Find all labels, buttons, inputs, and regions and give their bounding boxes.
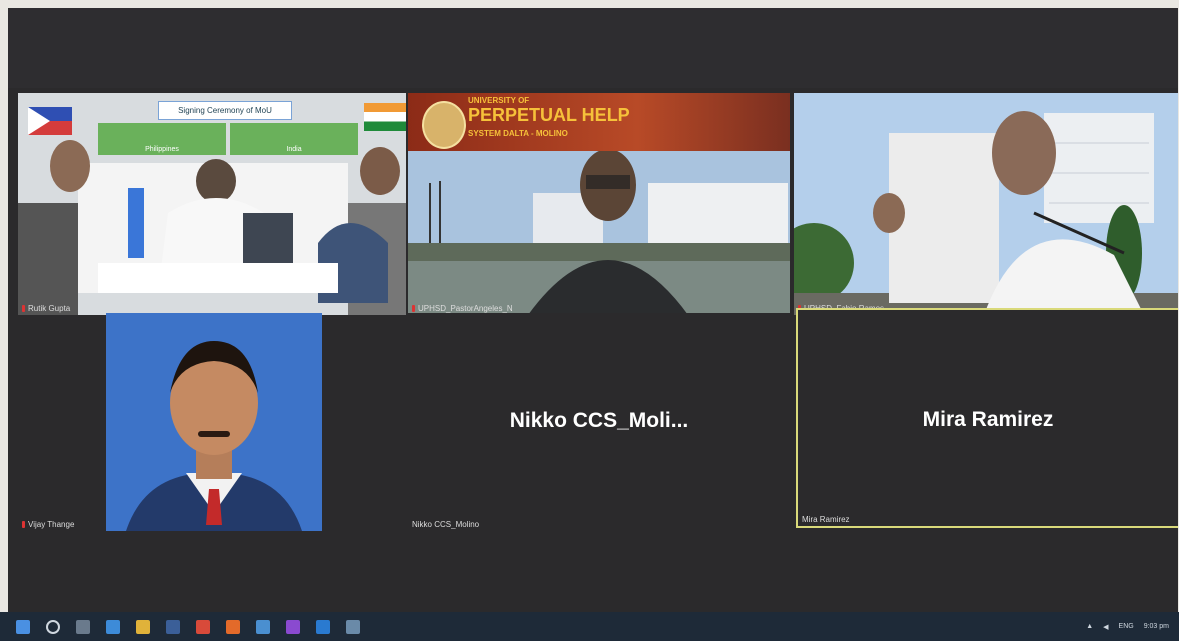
muted-mic-icon [412, 305, 415, 313]
volume-icon[interactable]: ◀ [1103, 623, 1108, 631]
muted-mic-icon [22, 521, 25, 529]
word-icon[interactable] [316, 619, 330, 634]
participant-display-name: Nikko CCS_Moli... [509, 409, 689, 432]
university-seal-icon [422, 101, 466, 149]
search-icon[interactable] [46, 619, 60, 634]
windows-start-icon[interactable] [16, 619, 30, 634]
philippines-flag-icon [28, 107, 72, 135]
clock[interactable]: 9:03 pm [1144, 623, 1169, 630]
chrome-icon[interactable] [196, 619, 210, 634]
edge-icon[interactable] [106, 619, 120, 634]
ceremony-banner: Signing Ceremony of MoU [158, 101, 292, 120]
muted-mic-icon [22, 305, 25, 313]
task-view-icon[interactable] [76, 619, 90, 634]
video-tile-mira-active[interactable]: Mira Ramirez Mira Ramirez [796, 308, 1178, 528]
file-explorer-icon[interactable] [136, 619, 150, 634]
participant-display-name: Mira Ramirez [922, 408, 1054, 431]
video-tile-document[interactable]: UPHSD_Fabio Ramos [794, 93, 1178, 315]
university-banner: UNIVERSITY OF PERPETUAL HELP SYSTEM DALT… [408, 93, 790, 151]
system-tray: ▲ ◀ ENG 9:03 pm [1086, 623, 1169, 631]
video-tile-headshot[interactable] [106, 313, 322, 531]
store-icon[interactable] [166, 619, 180, 634]
zoom-icon[interactable] [256, 619, 270, 634]
participant-name: Vijay Thange [22, 520, 74, 529]
headshot-image [106, 313, 322, 531]
india-flag-icon [364, 103, 406, 131]
participant-name: UPHSD_PastorAngeles_N [412, 304, 513, 313]
firefox-icon[interactable] [226, 619, 240, 634]
video-tile-signing[interactable]: Signing Ceremony of MoU Philippines Indi… [18, 93, 406, 315]
participant-name: Mira Ramirez [802, 515, 850, 524]
india-label-box: India [230, 123, 358, 155]
video-tile-nikko[interactable]: Nikko CCS_Moli... Nikko CCS_Molino [408, 313, 790, 531]
app-icon[interactable] [286, 619, 300, 634]
top-bar [8, 8, 1178, 88]
language-indicator[interactable]: ENG [1119, 623, 1134, 630]
video-tile-university[interactable]: UNIVERSITY OF PERPETUAL HELP SYSTEM DALT… [408, 93, 790, 315]
participant-name: Rutik Gupta [22, 304, 70, 313]
philippines-label-box: Philippines [98, 123, 226, 155]
participant-name: Nikko CCS_Molino [412, 520, 480, 529]
document-scene [794, 93, 1178, 315]
video-tile-vijay-bg: Vijay Thange [18, 313, 106, 531]
app2-icon[interactable] [346, 619, 360, 634]
taskbar: ▲ ◀ ENG 9:03 pm [0, 612, 1179, 641]
zoom-meeting-window: Signing Ceremony of MoU Philippines Indi… [8, 8, 1178, 634]
network-icon[interactable]: ▲ [1086, 623, 1093, 630]
